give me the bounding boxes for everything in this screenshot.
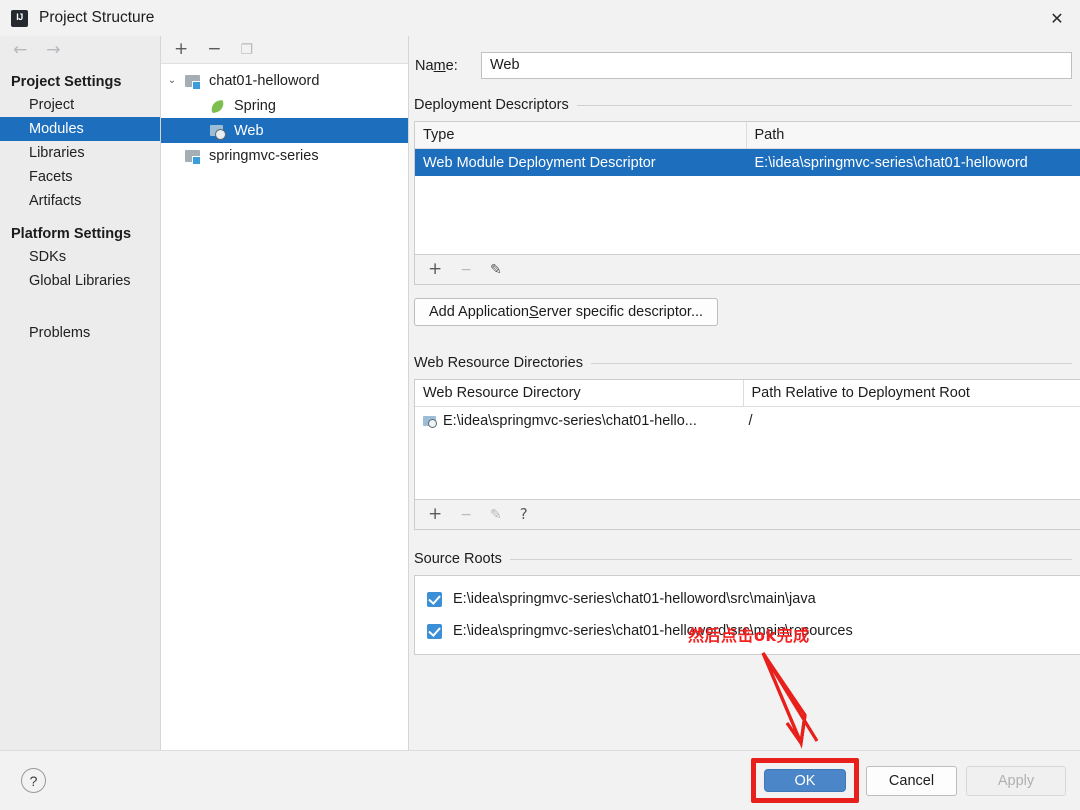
web-resource-directories-title: Web Resource Directories <box>414 355 583 371</box>
ok-button[interactable]: OK <box>764 769 846 792</box>
deployment-descriptors-header: Deployment Descriptors <box>410 97 1080 113</box>
edit-descriptor-icon[interactable]: ✎ <box>490 263 502 277</box>
add-resource-dir-icon[interactable]: + <box>428 506 442 523</box>
edit-resource-dir-icon[interactable]: ✎ <box>490 508 502 522</box>
name-input[interactable]: Web <box>481 52 1072 79</box>
sidebar-item-modules[interactable]: Modules <box>0 117 160 141</box>
source-roots-title: Source Roots <box>414 551 502 567</box>
cell-type: Web Module Deployment Descriptor <box>423 154 656 171</box>
module-tree-panel: + − ❐ ⌄ chat01-helloword Spring Web spri… <box>161 36 409 750</box>
remove-descriptor-icon[interactable]: − <box>460 263 472 277</box>
cell-web-resource-directory: E:\idea\springmvc-series\chat01-hello... <box>443 412 697 429</box>
cancel-button[interactable]: Cancel <box>866 766 957 796</box>
apply-button[interactable]: Apply <box>966 766 1066 796</box>
tree-node-label: Spring <box>234 97 276 114</box>
expand-chevron-icon[interactable]: ⌄ <box>161 75 183 86</box>
tree-node-springmvc-series[interactable]: springmvc-series <box>161 143 408 168</box>
deployment-descriptors-toolbar: + − ✎ <box>414 255 1080 285</box>
remove-module-icon[interactable]: − <box>207 41 221 58</box>
web-resource-directories-toolbar: + − ✎ ? <box>414 500 1080 530</box>
annotation-arrow-icon <box>761 652 819 749</box>
tree-node-label: Web <box>234 122 264 139</box>
settings-sidebar: ← → Project Settings Project Modules Lib… <box>0 36 161 750</box>
copy-module-icon[interactable]: ❐ <box>241 43 254 57</box>
name-label-mnemonic: m <box>433 57 446 74</box>
module-folder-icon <box>183 73 205 90</box>
source-root-checkbox[interactable] <box>427 591 442 607</box>
sidebar-nav-buttons: ← → <box>0 36 160 64</box>
list-item[interactable]: E:\idea\springmvc-series\chat01-hellowor… <box>415 583 1080 615</box>
section-divider <box>590 362 1072 364</box>
annotation-text: 然后点击ok完成 <box>688 626 810 645</box>
web-resource-directories-table: Web Resource Directory Path Relative to … <box>414 379 1080 500</box>
title-bar: IJ Project Structure ✕ <box>0 0 1080 36</box>
tree-node-spring[interactable]: Spring <box>161 93 408 118</box>
web-resource-folder-icon <box>423 414 439 428</box>
sidebar-group-platform-settings: Platform Settings <box>11 226 132 242</box>
source-root-path: E:\idea\springmvc-series\chat01-hellowor… <box>453 591 816 607</box>
add-descriptor-icon[interactable]: + <box>428 261 442 278</box>
sidebar-item-facets[interactable]: Facets <box>0 165 160 189</box>
source-roots-header: Source Roots <box>410 551 1080 567</box>
sidebar-item-artifacts[interactable]: Artifacts <box>0 189 160 213</box>
back-arrow-icon[interactable]: ← <box>13 41 27 59</box>
button-label-post: erver specific descriptor... <box>538 304 704 320</box>
tree-node-chat01-helloword[interactable]: ⌄ chat01-helloword <box>161 68 408 93</box>
table-row[interactable]: Web Module Deployment Descriptor E:\idea… <box>415 149 1080 176</box>
remove-resource-dir-icon[interactable]: − <box>460 508 472 522</box>
sidebar-item-global-libraries[interactable]: Global Libraries <box>0 269 160 293</box>
name-row: Name: Web <box>410 36 1080 79</box>
web-globe-icon <box>208 123 230 140</box>
table-header: Type Path <box>415 122 1080 149</box>
sidebar-item-libraries[interactable]: Libraries <box>0 141 160 165</box>
column-header-relative-path[interactable]: Path Relative to Deployment Root <box>744 380 1080 406</box>
sidebar-item-problems[interactable]: Problems <box>0 321 160 345</box>
table-row[interactable]: E:\idea\springmvc-series\chat01-hello...… <box>415 407 1080 434</box>
web-resource-directories-header: Web Resource Directories <box>410 355 1080 371</box>
sidebar-group-project-settings: Project Settings <box>11 74 122 90</box>
column-header-type[interactable]: Type <box>415 122 747 148</box>
help-button[interactable]: ? <box>21 768 46 793</box>
deployment-descriptors-table: Type Path Web Module Deployment Descript… <box>414 121 1080 255</box>
sidebar-item-project[interactable]: Project <box>0 93 160 117</box>
window-title: Project Structure <box>39 9 155 26</box>
deployment-descriptors-title: Deployment Descriptors <box>414 97 569 113</box>
intellij-logo-icon: IJ <box>11 9 28 27</box>
project-structure-dialog: IJ Project Structure ✕ ← → Project Setti… <box>0 0 1080 810</box>
module-tree: ⌄ chat01-helloword Spring Web springmvc-… <box>161 64 408 168</box>
add-module-icon[interactable]: + <box>174 41 188 58</box>
button-label-mnemonic: S <box>528 304 539 320</box>
column-header-web-resource-directory[interactable]: Web Resource Directory <box>415 380 744 406</box>
cell-path: E:\idea\springmvc-series\chat01-hellowor… <box>754 154 1028 171</box>
column-header-path[interactable]: Path <box>747 122 1080 148</box>
tree-node-web[interactable]: Web <box>161 118 408 143</box>
tree-node-label: chat01-helloword <box>209 72 320 89</box>
module-folder-icon <box>183 148 205 165</box>
help-resource-dir-icon[interactable]: ? <box>520 507 528 522</box>
module-tree-toolbar: + − ❐ <box>161 36 408 64</box>
close-icon[interactable]: ✕ <box>1034 0 1080 36</box>
add-application-server-descriptor-button[interactable]: Add Application Server specific descript… <box>414 298 719 326</box>
button-label-pre: Add Application <box>429 304 529 320</box>
tree-node-label: springmvc-series <box>209 147 319 164</box>
table-header: Web Resource Directory Path Relative to … <box>415 380 1080 407</box>
spring-leaf-icon <box>208 98 230 114</box>
app-icon-label: IJ <box>16 12 23 22</box>
name-label-pre: Na <box>415 57 434 74</box>
table-body: E:\idea\springmvc-series\chat01-hello...… <box>415 407 1080 499</box>
sidebar-item-sdks[interactable]: SDKs <box>0 245 160 269</box>
name-label: Name: <box>415 58 481 74</box>
section-divider <box>576 104 1072 106</box>
cell-relative-path: / <box>748 412 753 429</box>
name-label-post: e: <box>445 57 458 74</box>
section-divider <box>509 558 1072 560</box>
forward-arrow-icon[interactable]: → <box>46 41 60 59</box>
table-body: Web Module Deployment Descriptor E:\idea… <box>415 149 1080 254</box>
source-root-checkbox[interactable] <box>427 623 442 639</box>
